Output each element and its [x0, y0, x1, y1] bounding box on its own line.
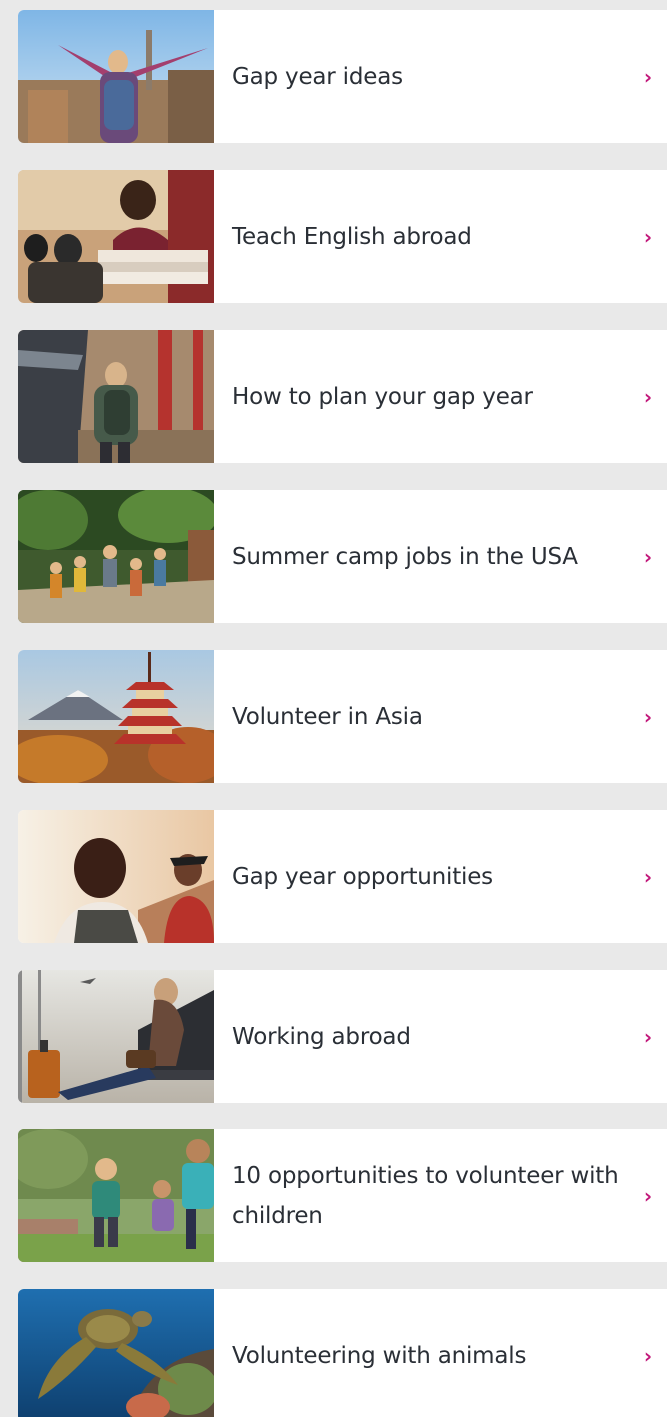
- thumbnail-backpacker-train-platform: [18, 330, 214, 463]
- thumbnail-children-playing: [18, 1129, 214, 1262]
- item-label: Gap year ideas: [232, 63, 403, 90]
- chevron-right-icon: ›: [643, 224, 653, 249]
- list-item-gap-year-opportunities[interactable]: Gap year opportunities ›: [18, 810, 667, 943]
- list-item-summer-camp-jobs[interactable]: Summer camp jobs in the USA ›: [18, 490, 667, 623]
- chevron-right-icon: ›: [643, 704, 653, 729]
- item-label: Volunteer in Asia: [232, 703, 423, 730]
- chevron-right-icon: ›: [643, 1343, 653, 1368]
- list-item-plan-gap-year[interactable]: How to plan your gap year ›: [18, 330, 667, 463]
- thumbnail-pagoda-mountain: [18, 650, 214, 783]
- list-item-teach-english-abroad[interactable]: Teach English abroad ›: [18, 170, 667, 303]
- item-label: How to plan your gap year: [232, 383, 533, 410]
- chevron-right-icon: ›: [643, 64, 653, 89]
- item-label: Teach English abroad: [232, 223, 472, 250]
- item-label: 10 opportunities to volunteer with child…: [232, 1162, 619, 1229]
- thumbnail-sea-turtle-reef: [18, 1289, 214, 1417]
- chevron-right-icon: ›: [643, 864, 653, 889]
- article-list: Gap year ideas › Teach English abroad ›: [0, 0, 667, 1417]
- list-item-working-abroad[interactable]: Working abroad ›: [18, 970, 667, 1103]
- list-item-volunteer-with-children[interactable]: 10 opportunities to volunteer with child…: [18, 1129, 667, 1262]
- thumbnail-two-travelers-sunset: [18, 810, 214, 943]
- item-label: Working abroad: [232, 1023, 411, 1050]
- thumbnail-kids-running-camp: [18, 490, 214, 623]
- thumbnail-woman-airport-seat: [18, 970, 214, 1103]
- thumbnail-traveler-city-view: [18, 10, 214, 143]
- list-item-volunteer-asia[interactable]: Volunteer in Asia ›: [18, 650, 667, 783]
- item-label: Volunteering with animals: [232, 1342, 527, 1369]
- list-item-gap-year-ideas[interactable]: Gap year ideas ›: [18, 10, 667, 143]
- chevron-right-icon: ›: [643, 384, 653, 409]
- chevron-right-icon: ›: [643, 1024, 653, 1049]
- list-item-volunteering-animals[interactable]: Volunteering with animals ›: [18, 1289, 667, 1417]
- item-label: Summer camp jobs in the USA: [232, 543, 578, 570]
- thumbnail-teacher-classroom: [18, 170, 214, 303]
- item-label: Gap year opportunities: [232, 863, 493, 890]
- chevron-right-icon: ›: [643, 544, 653, 569]
- chevron-right-icon: ›: [643, 1183, 653, 1208]
